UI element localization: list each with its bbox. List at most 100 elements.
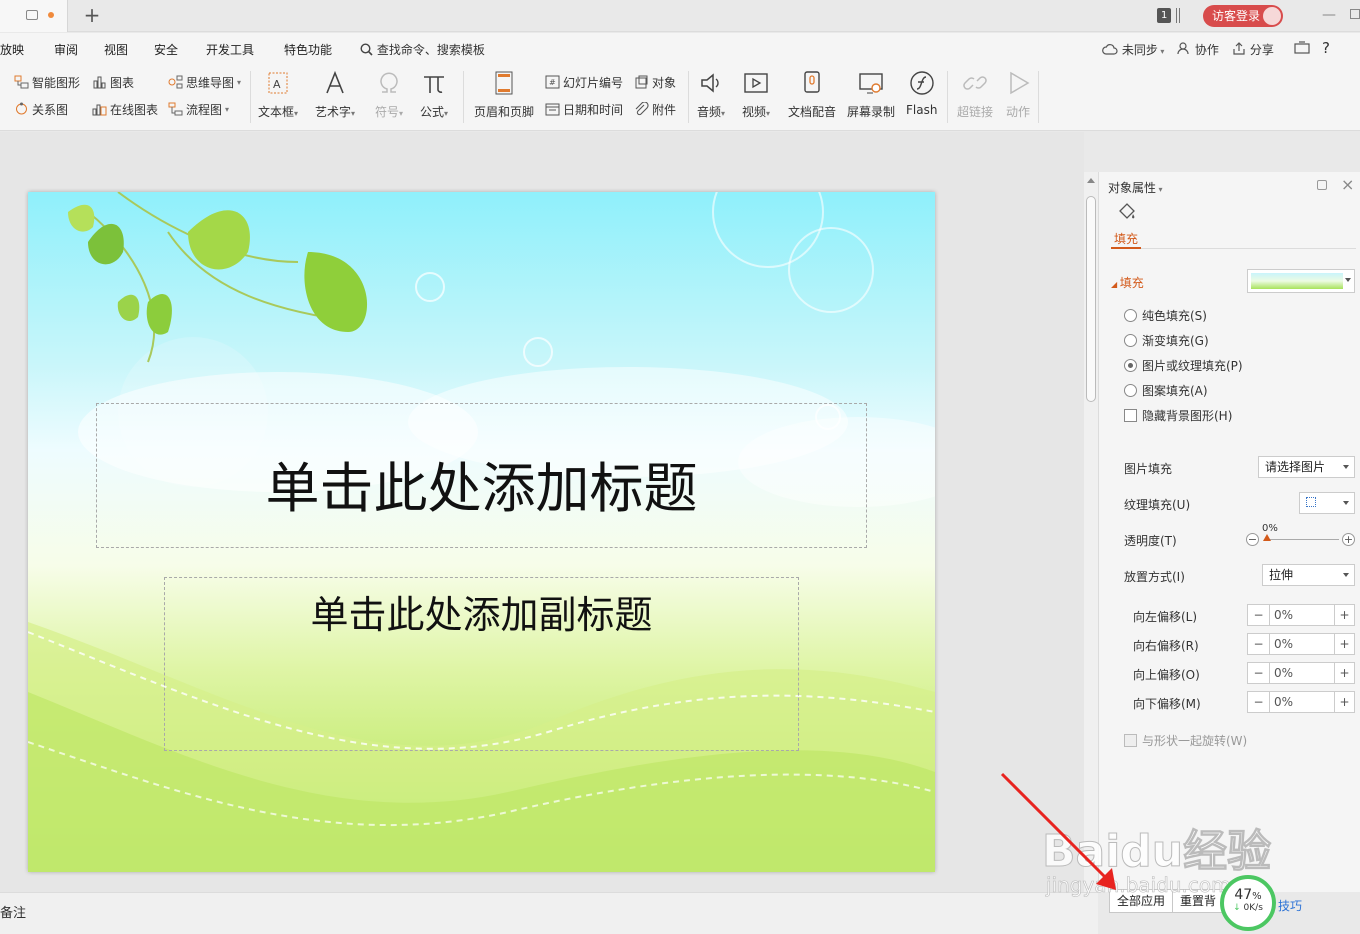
- network-speed-widget[interactable]: 47% ↓ 0K/s: [1220, 875, 1276, 931]
- smart-shape-button[interactable]: 智能图形: [14, 73, 80, 91]
- picture-fill-select[interactable]: 请选择图片: [1258, 456, 1355, 478]
- attachment-button[interactable]: 附件: [634, 100, 676, 118]
- rotate-with-shape-checkbox[interactable]: 与形状一起旋转(W): [1124, 732, 1247, 749]
- title-bar: + 1 访客登录 —: [0, 0, 1360, 32]
- close-icon[interactable]: ×: [1341, 175, 1354, 194]
- increment-button[interactable]: +: [1334, 692, 1354, 712]
- window-count-badge[interactable]: 1: [1157, 8, 1172, 23]
- document-tab[interactable]: [0, 0, 68, 32]
- offset-bottom-value[interactable]: 0%: [1274, 692, 1293, 712]
- menu-features[interactable]: 特色功能: [284, 41, 332, 58]
- wordart-button[interactable]: 艺术字▾: [315, 69, 355, 120]
- mindmap-button[interactable]: 思维导图 ▾: [168, 73, 241, 91]
- decrement-button[interactable]: −: [1248, 605, 1270, 625]
- radio-button[interactable]: [1124, 384, 1137, 397]
- radio-button[interactable]: [1124, 309, 1137, 322]
- menu-view[interactable]: 视图: [104, 41, 128, 58]
- texture-fill-select[interactable]: [1299, 492, 1355, 514]
- flash-button[interactable]: Flash: [906, 69, 937, 117]
- help-button[interactable]: ?: [1322, 39, 1330, 57]
- formula-button[interactable]: 公式▾: [420, 69, 448, 120]
- offset-left-value[interactable]: 0%: [1274, 605, 1293, 625]
- doc-voice-button[interactable]: 文档配音: [788, 69, 836, 120]
- guest-login-button[interactable]: 访客登录: [1203, 5, 1283, 27]
- online-chart-button[interactable]: 在线图表: [92, 100, 158, 118]
- radio-pattern-fill[interactable]: 图案填充(A): [1124, 382, 1208, 399]
- flowchart-label: 流程图: [186, 102, 223, 117]
- checkbox[interactable]: [1124, 734, 1137, 747]
- play-action-icon: [1010, 71, 1030, 95]
- share-icon: [1233, 42, 1245, 55]
- subtitle-placeholder[interactable]: 单击此处添加副标题: [164, 577, 799, 751]
- feedback-button[interactable]: [1294, 41, 1310, 58]
- header-footer-button[interactable]: 页眉和页脚: [474, 69, 534, 120]
- datetime-button[interactable]: 日期和时间: [545, 100, 623, 118]
- notes-toggle[interactable]: 备注: [0, 902, 26, 921]
- flowchart-button[interactable]: 流程图 ▾: [168, 100, 229, 118]
- symbol-button[interactable]: 符号▾: [375, 69, 403, 120]
- collaborate-button[interactable]: 协作: [1177, 41, 1219, 58]
- decrement-button[interactable]: −: [1248, 692, 1270, 712]
- radio-picture-fill[interactable]: 图片或纹理填充(P): [1124, 357, 1243, 374]
- menu-security[interactable]: 安全: [154, 41, 178, 58]
- offset-top-stepper[interactable]: −0% +: [1247, 662, 1355, 684]
- search-icon: [360, 43, 373, 56]
- lock-icon[interactable]: [1317, 180, 1327, 190]
- action-button[interactable]: 动作: [1004, 69, 1032, 120]
- scroll-up-icon[interactable]: [1087, 178, 1095, 183]
- radio-button-selected[interactable]: [1124, 359, 1137, 372]
- fill-section-header[interactable]: ◢ 填充: [1111, 274, 1144, 291]
- hyperlink-label: 超链接: [957, 105, 994, 119]
- offset-right-stepper[interactable]: −0% +: [1247, 633, 1355, 655]
- offset-bottom-stepper[interactable]: −0% +: [1247, 691, 1355, 713]
- minimize-button[interactable]: —: [1322, 8, 1336, 22]
- transparency-increase-button[interactable]: +: [1342, 533, 1355, 546]
- relation-button[interactable]: 关系图: [14, 100, 68, 118]
- offset-right-value[interactable]: 0%: [1274, 634, 1293, 654]
- menu-developer[interactable]: 开发工具: [206, 41, 254, 58]
- checkbox[interactable]: [1124, 409, 1137, 422]
- increment-button[interactable]: +: [1334, 605, 1354, 625]
- textbox-button[interactable]: A 文本框▾: [258, 69, 298, 120]
- chart-button[interactable]: 图表: [92, 73, 134, 91]
- audio-button[interactable]: 音频▾: [697, 69, 725, 120]
- tab-fill[interactable]: [1113, 202, 1139, 222]
- increment-button[interactable]: +: [1334, 663, 1354, 683]
- picture-fill-label: 图片填充: [1124, 462, 1173, 476]
- radio-button[interactable]: [1124, 334, 1137, 347]
- offset-left-stepper[interactable]: −0% +: [1247, 604, 1355, 626]
- share-button[interactable]: 分享: [1232, 41, 1274, 58]
- radio-gradient-fill[interactable]: 渐变填充(G): [1124, 332, 1209, 349]
- transparency-slider-thumb[interactable]: [1263, 534, 1271, 541]
- transparency-decrease-button[interactable]: −: [1246, 533, 1259, 546]
- screen-record-button[interactable]: 屏幕录制: [847, 69, 895, 120]
- scroll-thumb[interactable]: [1086, 196, 1096, 402]
- menu-slideshow[interactable]: 放映: [0, 41, 24, 58]
- transparency-slider[interactable]: [1267, 539, 1339, 540]
- offset-top-value[interactable]: 0%: [1274, 663, 1293, 683]
- panel-title[interactable]: 对象属性 ▾: [1108, 179, 1163, 196]
- decrement-button[interactable]: −: [1248, 663, 1270, 683]
- sync-status[interactable]: 未同步 ▾: [1102, 41, 1164, 58]
- tab-fill-label[interactable]: 填充: [1114, 230, 1138, 247]
- tips-link[interactable]: 技巧: [1278, 897, 1302, 914]
- hide-background-checkbox[interactable]: 隐藏背景图形(H): [1124, 407, 1232, 424]
- radio-solid-fill[interactable]: 纯色填充(S): [1124, 307, 1207, 324]
- title-placeholder[interactable]: 单击此处添加标题: [96, 403, 867, 548]
- increment-button[interactable]: +: [1334, 634, 1354, 654]
- new-tab-button[interactable]: +: [82, 4, 102, 26]
- menu-review[interactable]: 审阅: [54, 41, 78, 58]
- placement-select[interactable]: 拉伸: [1262, 564, 1355, 586]
- slide-number-button[interactable]: # 幻灯片编号: [545, 73, 623, 91]
- object-button[interactable]: 对象: [634, 73, 676, 91]
- fill-preview-dropdown[interactable]: [1247, 269, 1355, 293]
- window-list-icon[interactable]: [1176, 8, 1180, 23]
- hyperlink-button[interactable]: 超链接: [957, 69, 993, 120]
- fill-preview-swatch: [1251, 273, 1343, 289]
- command-search[interactable]: 查找命令、搜索模板: [360, 41, 485, 58]
- maximize-button[interactable]: [1350, 9, 1360, 19]
- decrement-button[interactable]: −: [1248, 634, 1270, 654]
- calendar-icon: [545, 103, 560, 116]
- video-button[interactable]: 视频▾: [742, 69, 770, 120]
- slide-canvas[interactable]: 单击此处添加标题 单击此处添加副标题: [28, 192, 935, 872]
